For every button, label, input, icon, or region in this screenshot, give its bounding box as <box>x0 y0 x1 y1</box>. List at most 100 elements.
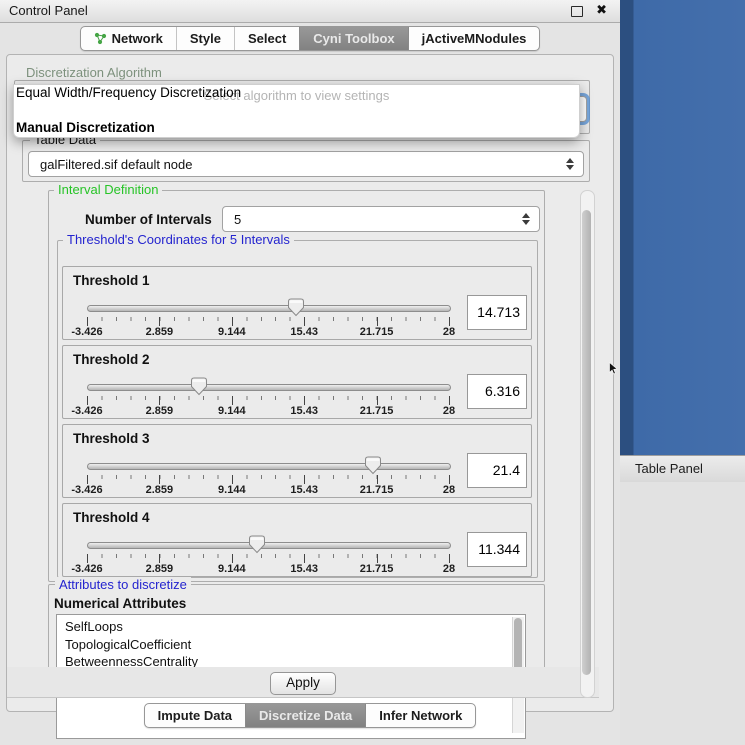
algorithm-option-label: Equal Width/Frequency Discretization <box>16 85 241 100</box>
tick-label: 9.144 <box>218 563 246 575</box>
tab-select[interactable]: Select <box>234 27 299 50</box>
tick-label: -3.426 <box>71 405 102 417</box>
bottom-tab-group: Impute Data Discretize Data Infer Networ… <box>144 703 477 728</box>
tick-label: 28 <box>443 405 455 417</box>
tab-style[interactable]: Style <box>176 27 234 50</box>
attribute-item[interactable]: TopologicalCoefficient <box>57 636 525 654</box>
tick-label: 21.715 <box>360 405 394 417</box>
num-intervals-combo[interactable]: 5 <box>222 206 540 232</box>
slider-ticks <box>87 396 449 405</box>
tab-jactivemnodules-label: jActiveMNodules <box>422 31 527 46</box>
num-intervals-label: Number of Intervals <box>85 212 212 227</box>
slider-handle-icon[interactable] <box>191 377 208 396</box>
tab-discretize-data[interactable]: Discretize Data <box>245 704 365 727</box>
threshold-list: Threshold 1 -3.426 2.859 9.1 <box>62 266 532 582</box>
tick-label: 28 <box>443 326 455 338</box>
tick-label: -3.426 <box>71 563 102 575</box>
slider-handle-icon[interactable] <box>364 456 381 475</box>
slider-track[interactable] <box>87 542 451 549</box>
table-panel-body: ⚙ ☑☑ shared... n YDL19... YDL1 <box>620 482 745 745</box>
tick-label: 15.43 <box>290 484 318 496</box>
tab-network[interactable]: Network <box>81 27 176 50</box>
threshold-slider[interactable]: -3.426 2.859 9.144 15.43 21.715 28 <box>87 299 449 337</box>
threshold-slider[interactable]: -3.426 2.859 9.144 15.43 21.715 28 <box>87 536 449 574</box>
close-icon[interactable]: ✖ <box>596 2 607 18</box>
interval-group-title: Interval Definition <box>54 183 162 197</box>
stepper-icon <box>522 213 530 225</box>
tick-label: 28 <box>443 484 455 496</box>
table-data-combo-value: galFiltered.sif default node <box>40 157 192 172</box>
threshold-box: Threshold 1 -3.426 2.859 9.1 <box>62 266 532 340</box>
tick-label: 2.859 <box>146 563 174 575</box>
slider-ticks <box>87 554 449 563</box>
tick-label: 21.715 <box>360 484 394 496</box>
slider-ticks <box>87 475 449 484</box>
tick-label: 15.43 <box>290 405 318 417</box>
slider-track[interactable] <box>87 384 451 391</box>
control-panel-titlebar: Control Panel ✖ <box>0 0 620 23</box>
tick-label: 21.715 <box>360 563 394 575</box>
table-data-combo[interactable]: galFiltered.sif default node <box>28 151 584 177</box>
num-intervals-value: 5 <box>234 212 241 227</box>
network-view-frame: GAL80 GA C GAL11 GAL4 GCY1 H HAP2 <box>620 0 745 455</box>
tab-select-label: Select <box>248 31 286 46</box>
threshold-box: Threshold 3 -3.426 2.859 9.1 <box>62 424 532 498</box>
tab-impute-data[interactable]: Impute Data <box>145 704 245 727</box>
network-icon <box>94 32 107 45</box>
numerical-attributes-label: Numerical Attributes <box>54 596 186 611</box>
tab-network-label: Network <box>112 31 163 46</box>
threshold-box: Threshold 2 -3.426 2.859 9.1 <box>62 345 532 419</box>
threshold-label: Threshold 4 <box>73 510 150 525</box>
screen: Control Panel ✖ Network Style Select C <box>0 0 745 745</box>
algorithm-dropdown-popup: Select algorithm to view settings Manual… <box>13 84 580 138</box>
stepper-icon <box>566 158 574 170</box>
tab-infer-network[interactable]: Infer Network <box>365 704 475 727</box>
tab-discretize-data-label: Discretize Data <box>259 708 352 723</box>
tick-label: -3.426 <box>71 484 102 496</box>
top-tab-group: Network Style Select Cyni Toolbox jActiv… <box>80 26 541 51</box>
apply-button[interactable]: Apply <box>270 672 336 695</box>
float-window-icon[interactable] <box>571 6 583 17</box>
tick-label: 2.859 <box>146 326 174 338</box>
slider-track[interactable] <box>87 305 451 312</box>
tab-style-label: Style <box>190 31 221 46</box>
threshold-value-field[interactable]: 6.316 <box>467 374 527 409</box>
slider-handle-icon[interactable] <box>249 535 266 554</box>
tab-cyni-toolbox[interactable]: Cyni Toolbox <box>299 27 407 50</box>
threshold-box: Threshold 4 -3.426 2.859 9.1 <box>62 503 532 577</box>
top-tab-bar: Network Style Select Cyni Toolbox jActiv… <box>0 26 620 51</box>
algorithm-option[interactable]: Manual Discretization <box>16 120 155 135</box>
threshold-value-field[interactable]: 11.344 <box>467 532 527 567</box>
table-panel-titlebar: Table Panel <box>620 455 745 483</box>
slider-track[interactable] <box>87 463 451 470</box>
control-panel-window: Control Panel ✖ Network Style Select C <box>0 0 621 745</box>
threshold-slider[interactable]: -3.426 2.859 9.144 15.43 21.715 28 <box>87 378 449 416</box>
slider-ticks <box>87 317 449 326</box>
tick-label: 9.144 <box>218 326 246 338</box>
tick-label: 2.859 <box>146 405 174 417</box>
table-panel-title: Table Panel <box>635 461 703 476</box>
slider-handle-icon[interactable] <box>287 298 304 317</box>
panel-scrollbar[interactable] <box>580 190 595 698</box>
window-title: Control Panel <box>9 3 88 18</box>
tick-label: 21.715 <box>360 326 394 338</box>
tab-jactivemnodules[interactable]: jActiveMNodules <box>408 27 540 50</box>
threshold-slider[interactable]: -3.426 2.859 9.144 15.43 21.715 28 <box>87 457 449 495</box>
coords-group-title: Threshold's Coordinates for 5 Intervals <box>63 233 294 247</box>
threshold-label: Threshold 3 <box>73 431 150 446</box>
tick-label: 15.43 <box>290 563 318 575</box>
tick-label: 2.859 <box>146 484 174 496</box>
attribute-items: SelfLoops TopologicalCoefficient Between… <box>57 618 525 671</box>
threshold-value-field[interactable]: 21.4 <box>467 453 527 488</box>
algorithm-option[interactable]: Equal Width/Frequency Discretization <box>16 85 241 100</box>
tick-label: -3.426 <box>71 326 102 338</box>
panel-scrollbar-thumb[interactable] <box>582 210 591 675</box>
tab-impute-data-label: Impute Data <box>158 708 232 723</box>
tick-label: 9.144 <box>218 484 246 496</box>
threshold-value-field[interactable]: 14.713 <box>467 295 527 330</box>
attribute-item[interactable]: SelfLoops <box>57 618 525 636</box>
attributes-group-title: Attributes to discretize <box>55 577 191 592</box>
tick-label: 9.144 <box>218 405 246 417</box>
bottom-tab-bar: Impute Data Discretize Data Infer Networ… <box>0 703 620 728</box>
mouse-cursor-icon <box>609 362 618 375</box>
